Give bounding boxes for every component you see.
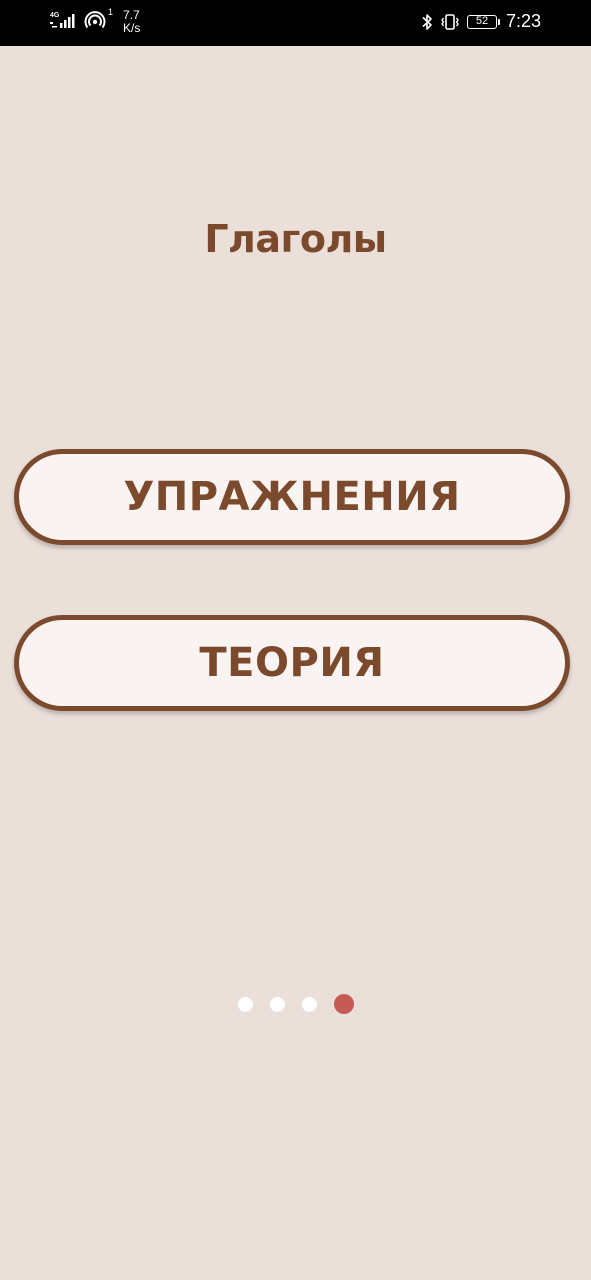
- battery-level: 52: [475, 15, 489, 27]
- network-speed: 7.7 K/s: [123, 9, 140, 35]
- network-speed-value: 7.7: [123, 8, 140, 22]
- page-dot[interactable]: [301, 996, 317, 1012]
- page-dot[interactable]: [237, 996, 253, 1012]
- signal-icon: 4G: [50, 9, 78, 29]
- clock: 7:23: [505, 11, 541, 31]
- page-dot-active[interactable]: [333, 994, 354, 1014]
- status-bar-left: 4G 1 7.7 K/s: [50, 7, 140, 35]
- status-bar: 4G 1 7.7 K/s 52 7:23: [0, 0, 591, 46]
- theory-button[interactable]: ТЕОРИЯ: [14, 615, 570, 711]
- hotspot-icon: [84, 9, 106, 29]
- battery-icon: 52: [466, 14, 500, 29]
- status-bar-right: 52 7:23: [421, 11, 541, 32]
- hotspot-badge: 1: [108, 7, 114, 17]
- network-speed-unit: K/s: [123, 21, 141, 35]
- page-title: Глаголы: [204, 217, 387, 261]
- page-dot[interactable]: [269, 996, 285, 1012]
- page-indicator: [0, 994, 591, 1014]
- vibrate-icon: [440, 12, 460, 32]
- exercises-button[interactable]: УПРАЖНЕНИЯ: [14, 449, 570, 545]
- bluetooth-icon: [421, 12, 433, 32]
